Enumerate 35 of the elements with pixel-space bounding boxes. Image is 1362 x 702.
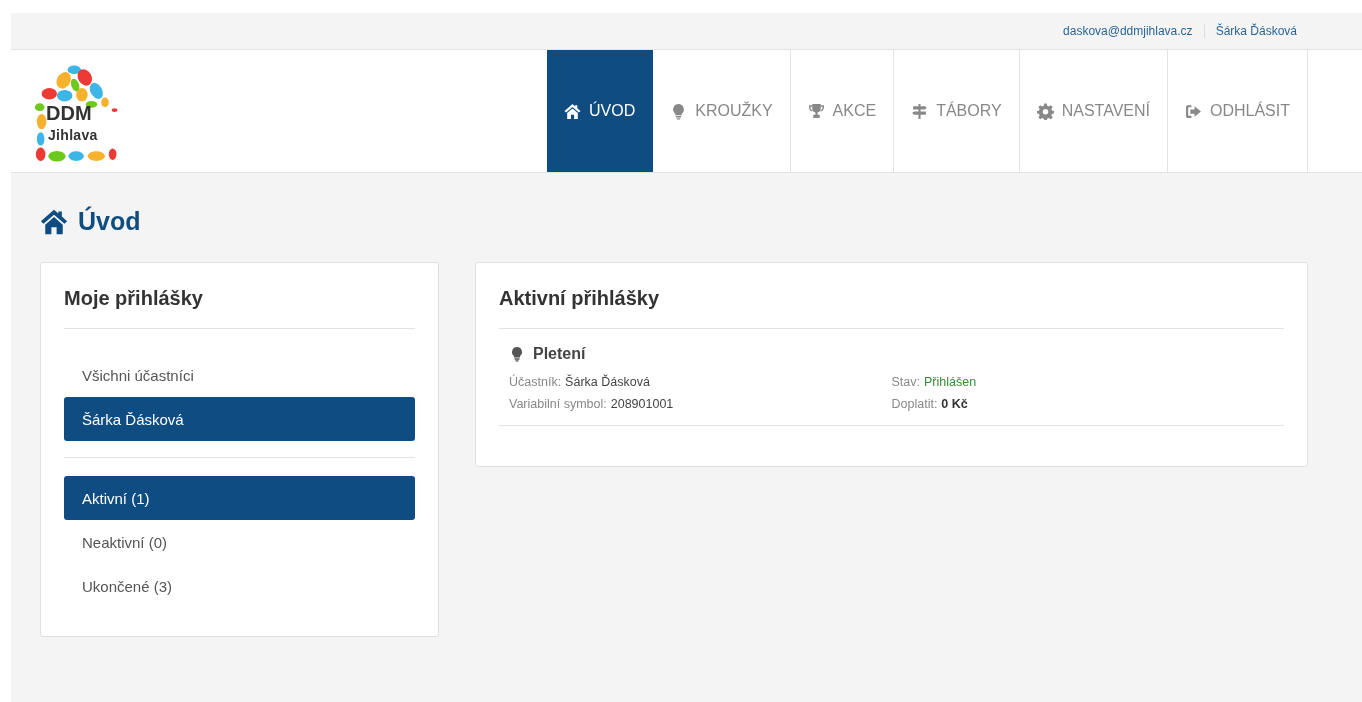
field-label: Doplatit: xyxy=(891,397,938,411)
user-link[interactable]: Šárka Ďásková xyxy=(1203,24,1308,38)
participant-item[interactable]: Všichni účastníci xyxy=(64,353,415,397)
logo[interactable]: DDM Jihlava xyxy=(32,50,132,172)
field-value: Šárka Ďásková xyxy=(565,375,650,389)
home-icon xyxy=(40,207,68,236)
page-title: Úvod xyxy=(40,207,1308,236)
filter-item[interactable]: Aktivní (1) xyxy=(64,476,415,520)
nav-tab[interactable]: TÁBORY xyxy=(894,50,1020,172)
nav-tab[interactable]: ÚVOD xyxy=(547,50,654,172)
home-icon xyxy=(564,102,581,120)
trophy-icon xyxy=(807,102,825,120)
nav-tab[interactable]: AKCE xyxy=(790,50,895,172)
nav-tab[interactable]: KROUŽKY xyxy=(653,50,791,172)
card-title: Aktivní přihlášky xyxy=(499,287,1284,329)
field-label: Variabilní symbol: xyxy=(509,397,607,411)
filter-item[interactable]: Ukončené (3) xyxy=(64,564,415,608)
card-title: Moje přihlášky xyxy=(64,287,415,329)
field-label: Účastník: xyxy=(509,375,562,389)
filter-item[interactable]: Neaktivní (0) xyxy=(64,520,415,564)
lightbulb-icon xyxy=(509,346,525,362)
settings-icon xyxy=(1036,102,1054,120)
nav-tab[interactable]: ODHLÁSIT xyxy=(1168,50,1308,172)
field-value: 0 Kč xyxy=(941,397,968,411)
field-label: Stav: xyxy=(891,375,920,389)
email-link[interactable]: daskova@ddmjihlava.cz xyxy=(1052,24,1204,38)
field-value: 208901001 xyxy=(610,397,674,411)
logout-icon xyxy=(1185,102,1202,120)
logo-text: DDM xyxy=(46,102,92,125)
nav-tab[interactable]: NASTAVENÍ xyxy=(1019,50,1168,172)
field-value: Přihlášen xyxy=(924,375,977,389)
signpost-icon xyxy=(911,102,929,120)
logo-subtext: Jihlava xyxy=(48,127,98,143)
activity-name: Pletení xyxy=(533,345,586,363)
participant-item[interactable]: Šárka Ďásková xyxy=(64,397,415,441)
